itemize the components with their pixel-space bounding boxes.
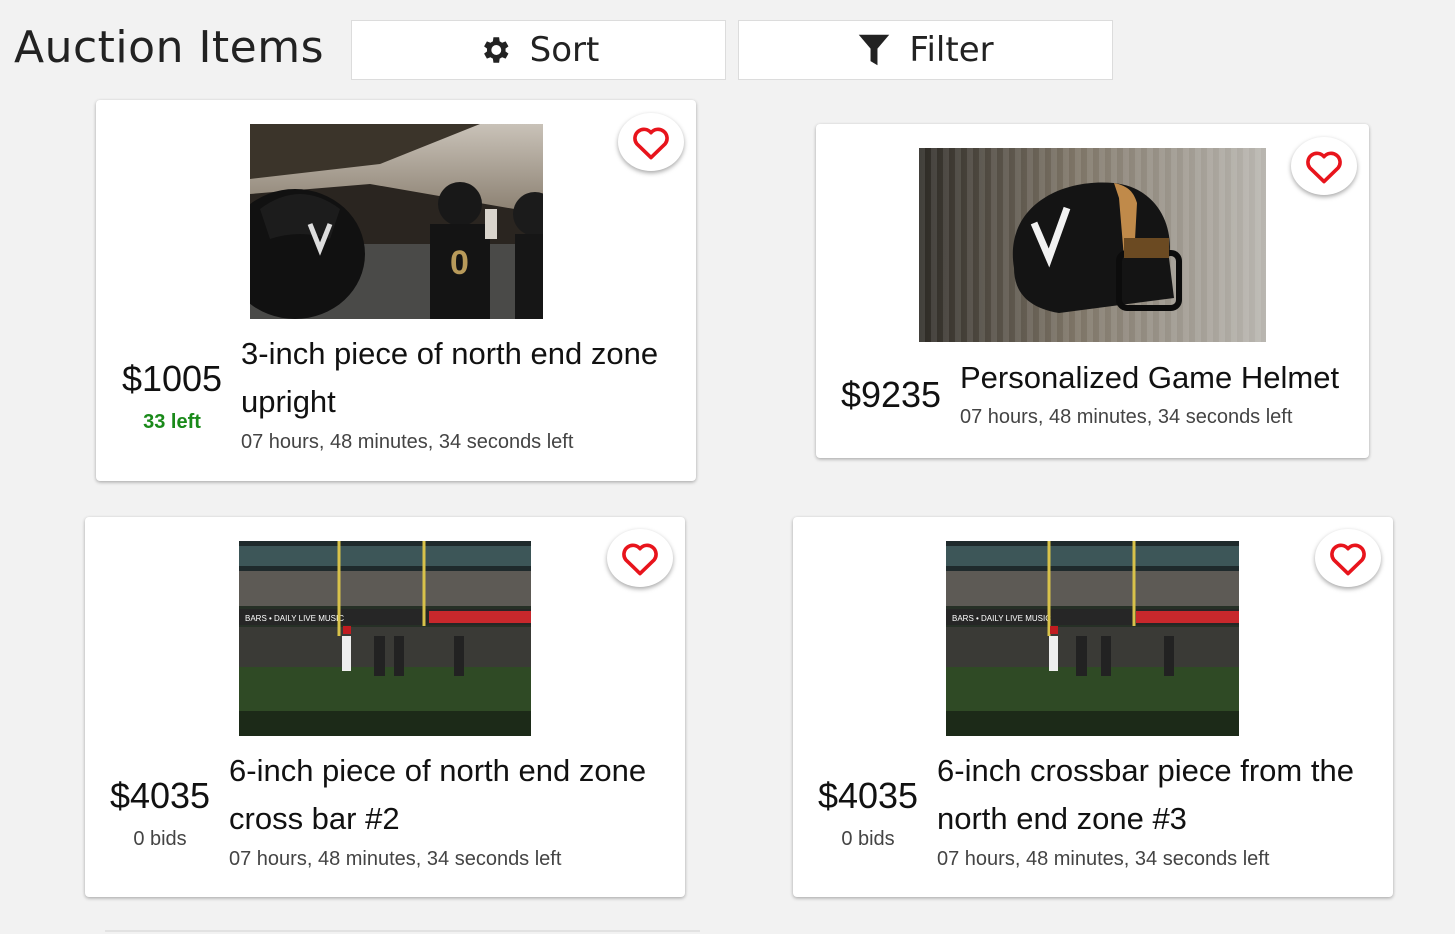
favorite-button[interactable] [607, 529, 673, 587]
item-title-line: upright [241, 384, 336, 419]
auction-card[interactable]: BARS • DAILY LIVE MUSIC $4035 0 bids 6-i… [793, 517, 1393, 897]
item-title-line: 3-inch piece of north end zone [241, 336, 659, 371]
gear-icon [478, 33, 512, 67]
heart-outline-icon [1306, 151, 1342, 184]
filter-button-label: Filter [909, 30, 994, 70]
item-title-line: Personalized Game Helmet [960, 360, 1340, 395]
current-price: $9235 [840, 374, 942, 415]
item-photo: BARS • DAILY LIVE MUSIC [239, 541, 531, 736]
bid-count: 0 bids [841, 828, 895, 850]
quantity-left: 33 left [143, 411, 201, 433]
auction-card[interactable]: 0 $1005 33 left 3-inch piece of north en… [96, 100, 696, 481]
svg-text:0: 0 [450, 244, 469, 282]
favorite-button[interactable] [618, 113, 684, 171]
heart-outline-icon [1330, 543, 1366, 576]
svg-text:BARS • DAILY LIVE MUSIC: BARS • DAILY LIVE MUSIC [952, 614, 1051, 623]
next-card-edge [105, 930, 700, 932]
item-photo: 0 [250, 124, 543, 319]
page-title: Auction Items [14, 22, 325, 73]
auction-card[interactable]: BARS • DAILY LIVE MUSIC $4035 0 bids 6-i… [85, 517, 685, 897]
item-title-line: 6-inch piece of north end zone [229, 753, 647, 788]
time-remaining: 07 hours, 48 minutes, 34 seconds left [229, 848, 562, 870]
item-title: 6-inch crossbar piece from the north end… [937, 747, 1387, 843]
filter-button[interactable]: Filter [738, 20, 1113, 80]
item-title: Personalized Game Helmet [960, 354, 1360, 402]
favorite-button[interactable] [1315, 529, 1381, 587]
sort-button-label: Sort [529, 30, 600, 70]
item-title: 3-inch piece of north end zone upright [241, 330, 681, 426]
funnel-icon [857, 32, 891, 68]
time-remaining: 07 hours, 48 minutes, 34 seconds left [960, 406, 1293, 428]
current-price: $4035 [109, 775, 211, 816]
time-remaining: 07 hours, 48 minutes, 34 seconds left [937, 848, 1270, 870]
item-title-line: 6-inch crossbar piece from the [937, 753, 1354, 788]
time-remaining: 07 hours, 48 minutes, 34 seconds left [241, 431, 574, 453]
bid-count: 0 bids [133, 828, 187, 850]
item-photo [919, 148, 1266, 342]
item-title-line: north end zone #3 [937, 801, 1187, 836]
auction-card[interactable]: $9235 Personalized Game Helmet 07 hours,… [816, 124, 1369, 458]
item-title-line: cross bar #2 [229, 801, 400, 836]
heart-outline-icon [633, 127, 669, 160]
current-price: $1005 [121, 358, 223, 399]
current-price: $4035 [817, 775, 919, 816]
heart-outline-icon [622, 543, 658, 576]
svg-text:BARS • DAILY LIVE MUSIC: BARS • DAILY LIVE MUSIC [245, 614, 344, 623]
item-title: 6-inch piece of north end zone cross bar… [229, 747, 679, 843]
sort-button[interactable]: Sort [351, 20, 726, 80]
favorite-button[interactable] [1291, 137, 1357, 195]
item-photo: BARS • DAILY LIVE MUSIC [946, 541, 1239, 736]
